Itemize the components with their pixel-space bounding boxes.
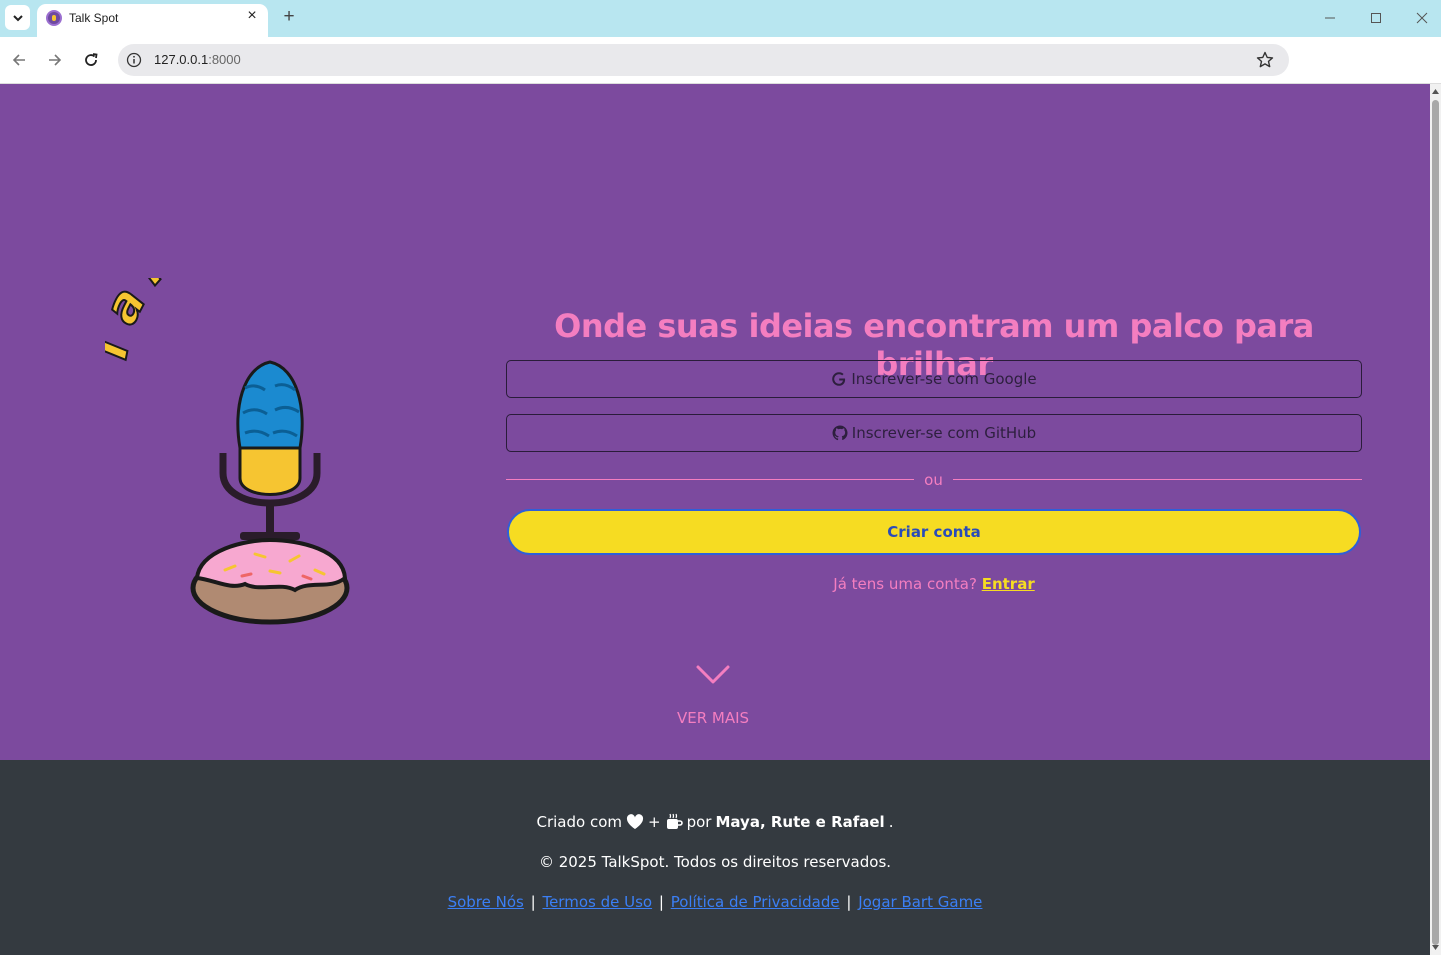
reload-icon (85, 53, 98, 66)
minimize-icon (1325, 17, 1335, 19)
close-window-button[interactable] (1410, 8, 1434, 28)
new-tab-plus-icon[interactable]: + (280, 7, 298, 27)
reload-button[interactable] (80, 49, 102, 71)
footer-link-sobre-nos[interactable]: Sobre Nós (448, 893, 524, 911)
login-prompt-text: Já tens uma conta? (833, 575, 977, 593)
tab-search-button[interactable] (5, 5, 30, 30)
credit-plus: + (648, 813, 661, 831)
credit-names: Maya, Rute e Rafael (715, 813, 885, 831)
github-signup-button[interactable]: Inscrever-se com GitHub (506, 414, 1362, 452)
page-scrollbar[interactable] (1430, 84, 1441, 955)
credit-prefix: Criado com (536, 813, 623, 831)
tab-title: Talk Spot (69, 11, 119, 25)
credit-by: por (686, 813, 712, 831)
divider-line-right (953, 479, 1362, 480)
google-icon (832, 372, 846, 386)
address-bar[interactable]: 127.0.0.1:8000 (118, 44, 1289, 76)
scrollbar-thumb[interactable] (1432, 100, 1439, 945)
google-signup-button[interactable]: Inscrever-se com Google (506, 360, 1362, 398)
browser-tab[interactable]: Talk Spot × (37, 4, 268, 37)
github-signup-label: Inscrever-se com GitHub (851, 424, 1037, 442)
svg-text:Talk Spot: Talk Spot (105, 278, 435, 370)
back-button[interactable] (8, 49, 30, 71)
or-divider: ou (506, 470, 1362, 490)
scroll-up-arrow-icon[interactable] (1432, 88, 1439, 96)
hero-section: Talk Spot (0, 84, 1430, 760)
footer-link-separator: | (846, 893, 852, 911)
page-content: Talk Spot (0, 84, 1430, 955)
footer-credit: Criado com + por Maya, Rute e Rafael. (0, 813, 1430, 831)
donut-icon (190, 537, 350, 625)
login-prompt: Já tens uma conta? Entrar (506, 575, 1362, 593)
scroll-down-arrow-icon[interactable] (1432, 943, 1439, 951)
footer-link-separator: | (658, 893, 664, 911)
site-info-icon[interactable] (126, 52, 142, 68)
bookmark-star-icon[interactable] (1255, 50, 1275, 70)
browser-tabstrip: Talk Spot × + (0, 0, 1441, 37)
maximize-button[interactable] (1364, 8, 1388, 28)
forward-button[interactable] (44, 49, 66, 71)
logo-text: Talk Spot (105, 278, 422, 371)
site-footer: Criado com + por Maya, Rute e Rafael. © … (0, 760, 1430, 955)
github-icon (832, 425, 848, 441)
tab-close-icon[interactable]: × (244, 8, 260, 24)
divider-line-left (506, 479, 914, 480)
login-link[interactable]: Entrar (982, 575, 1035, 593)
footer-links: Sobre Nós | Termos de Uso | Política de … (0, 893, 1430, 911)
footer-copyright: © 2025 TalkSpot. Todos os direitos reser… (538, 853, 892, 871)
footer-link-privacidade[interactable]: Política de Privacidade (671, 893, 840, 911)
footer-link-bart-game[interactable]: Jogar Bart Game (858, 893, 982, 911)
talkspot-logo: Talk Spot (105, 278, 435, 625)
chevron-down-icon[interactable] (695, 664, 731, 686)
microphone-icon (219, 360, 321, 540)
footer-link-separator: | (530, 893, 536, 911)
divider-text: ou (924, 471, 943, 489)
footer-link-termos-de-uso[interactable]: Termos de Uso (542, 893, 652, 911)
url-text: 127.0.0.1:8000 (154, 52, 241, 67)
arrow-right-icon (49, 54, 62, 66)
maximize-icon (1371, 13, 1381, 23)
browser-toolbar: 127.0.0.1:8000 (0, 37, 1441, 84)
talkspot-favicon-icon (46, 10, 62, 26)
minimize-button[interactable] (1318, 8, 1342, 28)
chevron-down-icon (12, 14, 23, 21)
heart-icon (626, 814, 644, 829)
create-account-button[interactable]: Criar conta (507, 509, 1361, 555)
arrow-left-icon (12, 54, 25, 66)
ver-mais-link[interactable]: VER MAIS (640, 709, 786, 727)
google-signup-label: Inscrever-se com Google (851, 370, 1037, 388)
credit-suffix: . (888, 813, 894, 831)
coffee-icon (666, 813, 683, 829)
close-icon (1416, 12, 1428, 24)
